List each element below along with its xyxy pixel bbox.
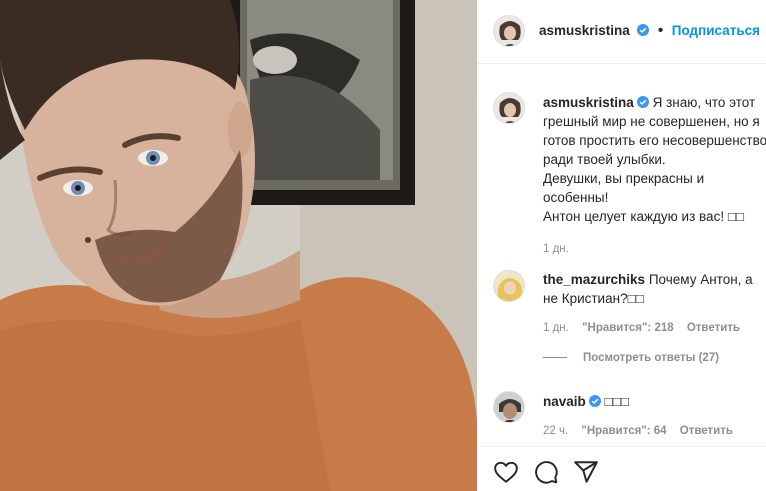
- caption-username[interactable]: asmuskristina: [543, 95, 634, 110]
- post-side-panel: asmuskristina • Подписаться asmuskristin…: [477, 0, 766, 491]
- commenter-username[interactable]: navaib: [543, 394, 586, 409]
- view-replies-button[interactable]: Посмотреть ответы (27): [543, 352, 719, 364]
- verified-badge-icon: [588, 395, 601, 407]
- follow-button[interactable]: Подписаться: [672, 23, 760, 38]
- caption-line: ради твоей улыбки.: [543, 152, 666, 167]
- comment-text: the_mazurchiks Почему Антон, а не Кристи…: [543, 270, 766, 338]
- post-photo[interactable]: [0, 0, 477, 491]
- action-bar: [477, 446, 766, 491]
- comment-line: не Кристиан?□□: [543, 291, 644, 306]
- header-separator: •: [657, 22, 664, 39]
- comment-line: □□□: [604, 394, 630, 409]
- commenter-avatar[interactable]: [493, 391, 525, 423]
- reply-button[interactable]: Ответить: [680, 425, 733, 437]
- replies-divider: [543, 357, 567, 359]
- comment-text: navaib □□□ 22 ч. "Нравится": 64 Ответить: [543, 392, 766, 441]
- caption-line: Антон целует каждую из вас! □□: [543, 209, 745, 224]
- caption-line: грешный мир не совершенен, но я: [543, 114, 760, 129]
- author-username[interactable]: asmuskristina: [539, 23, 630, 38]
- heart-icon[interactable]: [493, 459, 519, 485]
- comment-likes[interactable]: "Нравится": 64: [581, 425, 666, 437]
- post-photo-image: [0, 0, 477, 491]
- comment-line: Почему Антон, а: [648, 272, 753, 287]
- caption-line: особенны!: [543, 190, 609, 205]
- comment-time[interactable]: 22 ч.: [543, 425, 568, 437]
- caption-text: asmuskristina Я знаю, что этот грешный м…: [543, 93, 766, 259]
- comment-time[interactable]: 1 дн.: [543, 322, 569, 334]
- share-icon[interactable]: [573, 459, 599, 485]
- caption-line: Девушки, вы прекрасны и: [543, 171, 705, 186]
- verified-badge-icon: [637, 24, 650, 36]
- commenter-avatar[interactable]: [493, 270, 525, 302]
- caption-line: Я знаю, что этот: [652, 95, 756, 110]
- verified-badge-icon: [636, 96, 649, 108]
- post-header: asmuskristina • Подписаться: [477, 0, 766, 64]
- author-avatar[interactable]: [493, 15, 525, 47]
- comment-likes[interactable]: "Нравится": 218: [582, 322, 674, 334]
- caption-time[interactable]: 1 дн.: [543, 243, 569, 255]
- comment-icon[interactable]: [533, 459, 559, 485]
- caption-line: готов простить его несовершенство: [543, 133, 766, 148]
- reply-button[interactable]: Ответить: [687, 322, 740, 334]
- view-replies-label: Посмотреть ответы (27): [583, 352, 720, 364]
- caption-avatar[interactable]: [493, 92, 525, 124]
- commenter-username[interactable]: the_mazurchiks: [543, 272, 645, 287]
